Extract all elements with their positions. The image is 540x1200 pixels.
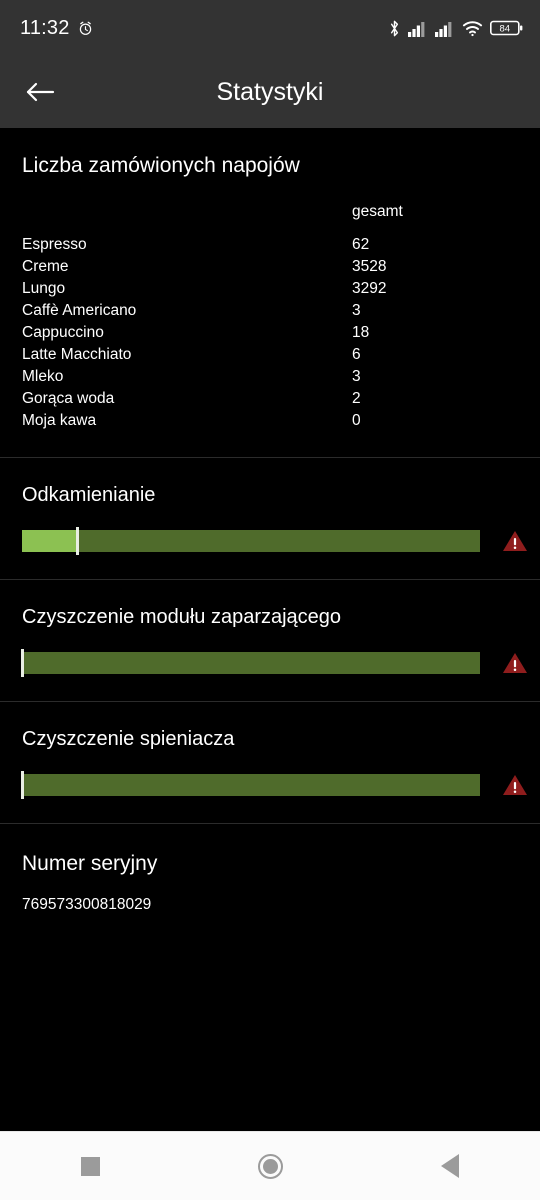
maintenance-row [21, 649, 527, 677]
drink-total: 18 [352, 324, 370, 341]
serial-number-title: Numer seryjny [22, 852, 158, 875]
table-row: Cappuccino 18 [22, 325, 518, 347]
table-row: Caffè Americano 3 [22, 303, 518, 325]
triangle-back-icon [441, 1154, 459, 1178]
warning-triangle-icon[interactable] [502, 773, 528, 797]
circle-home-icon [257, 1153, 283, 1179]
battery-level-text: 84 [500, 24, 511, 35]
app-bar: Statystyki [0, 56, 540, 128]
progress-marker [21, 771, 24, 799]
progress-track [22, 652, 480, 674]
table-row: Moja kawa 0 [22, 413, 518, 435]
drink-total: 3292 [352, 280, 387, 297]
serial-number-value: 769573300818029 [22, 896, 152, 913]
table-row: Creme 3528 [22, 259, 518, 281]
recents-button[interactable] [45, 1132, 135, 1200]
drink-total: 62 [352, 236, 370, 253]
drink-total: 2 [352, 390, 361, 407]
maintenance-title: Odkamienianie [22, 484, 156, 506]
battery-icon: 84 [490, 19, 524, 37]
maintenance-row [21, 771, 527, 799]
warning-triangle-icon[interactable] [502, 651, 528, 675]
drink-name: Mleko [22, 368, 64, 385]
table-row: Espresso 62 [22, 237, 518, 259]
maintenance-section-descaling: Odkamienianie [0, 458, 540, 579]
brew-unit-progress-bar[interactable] [21, 649, 480, 677]
drink-name: Lungo [22, 280, 66, 297]
drink-name: Caffè Americano [22, 302, 137, 319]
back-arrow-icon [25, 80, 55, 104]
descaling-progress-bar[interactable] [22, 527, 480, 555]
status-bar: 11:32 84 [0, 0, 540, 56]
status-bar-right: 84 [388, 19, 524, 38]
main-content: Liczba zamówionych napojów gesamt Espres… [0, 128, 540, 1131]
column-header-total: gesamt [352, 203, 403, 220]
table-row: Latte Macchiato 6 [22, 347, 518, 369]
progress-track [22, 774, 480, 796]
progress-track [22, 530, 480, 552]
warning-triangle-icon[interactable] [502, 529, 528, 553]
drink-name: Gorąca woda [22, 390, 115, 407]
maintenance-section-brew-unit: Czyszczenie modułu zaparzającego [0, 580, 540, 701]
back-nav-button[interactable] [405, 1132, 495, 1200]
drink-total: 6 [352, 346, 361, 363]
drink-name: Moja kawa [22, 412, 97, 429]
progress-marker [75, 527, 79, 555]
serial-number-section: Numer seryjny 769573300818029 [0, 824, 540, 914]
android-navigation-bar [0, 1131, 540, 1200]
milk-frother-progress-bar[interactable] [21, 771, 480, 799]
bluetooth-icon [388, 19, 401, 38]
table-row: Lungo 3292 [22, 281, 518, 303]
drink-total: 3528 [352, 258, 387, 275]
square-recents-icon [80, 1156, 100, 1176]
cellular-signal-icon [435, 20, 455, 37]
phone-screen: 11:32 84 Statystyki Liczba zamówionych n… [0, 0, 540, 1200]
progress-fill [22, 530, 77, 552]
status-bar-left: 11:32 [20, 17, 94, 40]
page-title: Statystyki [216, 77, 324, 106]
cellular-signal-icon [408, 20, 428, 37]
progress-marker [21, 649, 24, 677]
drink-name: Latte Macchiato [22, 346, 132, 363]
maintenance-title: Czyszczenie modułu zaparzającego [22, 606, 342, 628]
drink-total: 0 [352, 412, 361, 429]
maintenance-title: Czyszczenie spieniacza [22, 728, 235, 750]
alarm-clock-icon [77, 20, 94, 37]
drink-name: Creme [22, 258, 69, 275]
table-row: Gorąca woda 2 [22, 391, 518, 413]
maintenance-section-milk-frother: Czyszczenie spieniacza [0, 702, 540, 823]
home-button[interactable] [225, 1132, 315, 1200]
drinks-title: Liczba zamówionych napojów [22, 154, 300, 177]
column-header-name [22, 204, 352, 237]
table-row: Mleko 3 [22, 369, 518, 391]
back-button[interactable] [12, 64, 68, 120]
drink-name: Cappuccino [22, 324, 104, 341]
drink-total: 3 [352, 368, 361, 385]
maintenance-row [22, 527, 527, 555]
table-header-row: gesamt [22, 204, 518, 237]
drink-total: 3 [352, 302, 361, 319]
status-time: 11:32 [20, 16, 70, 39]
wifi-icon [462, 20, 483, 37]
drink-name: Espresso [22, 236, 87, 253]
drinks-section: Liczba zamówionych napojów gesamt Espres… [0, 128, 540, 457]
drinks-table: gesamt Espresso 62 Creme 3528 Lungo 3292 [22, 204, 518, 435]
